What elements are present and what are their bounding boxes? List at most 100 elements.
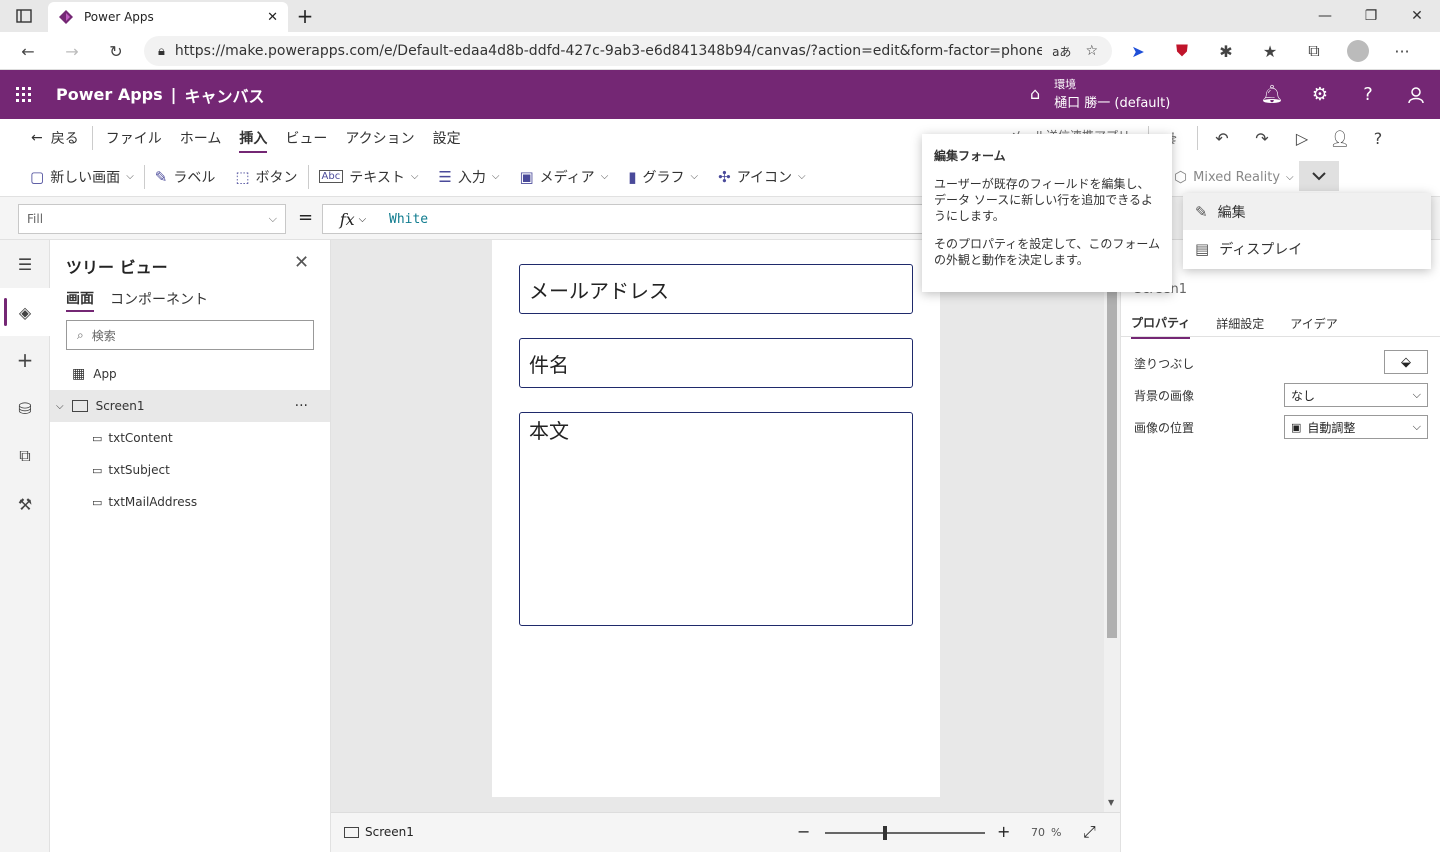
property-name: Fill	[27, 212, 44, 226]
undo-icon[interactable]: ↶	[1206, 122, 1238, 154]
header-separator: |	[170, 85, 177, 104]
tree-item-txtmailaddress[interactable]: ▭ txtMailAddress	[50, 486, 330, 518]
input-button[interactable]: ☰ 入力 ⌵	[428, 157, 509, 197]
fit-to-window-icon[interactable]: ⤢	[1083, 822, 1096, 842]
more-menu-icon[interactable]: ···	[1386, 35, 1418, 67]
close-tab-icon[interactable]: ✕	[267, 10, 278, 25]
share-user-icon[interactable]: 👤︎	[1324, 122, 1356, 154]
redo-icon[interactable]: ↷	[1246, 122, 1278, 154]
property-selector[interactable]: Fill ⌵	[18, 204, 286, 234]
mixed-reality-label: Mixed Reality	[1193, 169, 1281, 185]
profile-avatar[interactable]	[1342, 35, 1374, 67]
tree-item-txtsubject[interactable]: ▭ txtSubject	[50, 454, 330, 486]
search-icon: ⌕	[77, 327, 84, 342]
tree-view-layers-icon[interactable]: ◈	[0, 288, 50, 336]
scrollbar-thumb[interactable]	[1107, 246, 1117, 638]
help-question-icon[interactable]: ?	[1362, 122, 1394, 154]
new-screen-button[interactable]: ▢ 新しい画面 ⌵	[20, 157, 144, 197]
menu-bar: ← 戻る ファイル ホーム 挿入 ビュー アクション 設定 メール送信連携アプリ…	[0, 119, 1440, 157]
shield-extension-icon[interactable]: ⛊	[1166, 35, 1198, 67]
app-screen[interactable]: メールアドレス 件名 本文	[492, 240, 940, 797]
tree-item-app[interactable]: ▦ App	[50, 358, 330, 390]
fx-button[interactable]: fx ⌵	[322, 204, 384, 234]
tab-actions-icon[interactable]	[8, 0, 40, 32]
notifications-icon[interactable]: 🔔︎	[1248, 70, 1296, 119]
browser-tab-bar: Power Apps ✕ + — ❐ ✕	[0, 0, 1440, 32]
menu-insert[interactable]: 挿入	[230, 119, 276, 157]
data-cylinder-icon[interactable]: ⛁	[0, 384, 50, 432]
zoom-slider-thumb[interactable]	[883, 826, 887, 840]
extensions-icon[interactable]: ✱	[1210, 35, 1242, 67]
zoom-in-button[interactable]: +	[997, 822, 1010, 841]
insert-ribbon: ▢ 新しい画面 ⌵ ✎ ラベル ⬚ ボタン Abc テキスト ⌵ ☰ 入力 ⌵ ▣ メディア ⌵ ▮…	[0, 157, 1440, 197]
body-textbox[interactable]: 本文	[519, 412, 913, 626]
product-name[interactable]: Power Apps	[56, 85, 163, 104]
media-button[interactable]: ▣ メディア ⌵	[509, 157, 618, 197]
back-button[interactable]: ← 戻る	[22, 119, 88, 157]
image-position-dropdown[interactable]: ▣ 自動調整 ⌵	[1284, 415, 1428, 439]
close-window-icon[interactable]: ✕	[1394, 0, 1440, 32]
tab-title: Power Apps	[84, 10, 154, 24]
formula-input[interactable]: White	[383, 204, 983, 234]
help-icon[interactable]: ?	[1344, 70, 1392, 119]
label-button[interactable]: ✎ ラベル	[145, 157, 226, 197]
mail-address-textbox[interactable]: メールアドレス	[519, 264, 913, 314]
collections-icon[interactable]: ⧉	[1298, 35, 1330, 67]
favorite-add-icon[interactable]: ☆	[1085, 43, 1098, 59]
tab-advanced[interactable]: 詳細設定	[1216, 315, 1264, 338]
tooltip-paragraph-2: そのプロパティを設定して、このフォームの外観と動作を決定します。	[934, 237, 1160, 267]
forward-icon[interactable]: →	[56, 35, 88, 67]
chart-button[interactable]: ▮ グラフ ⌵	[618, 157, 708, 197]
canvas-scrollbar[interactable]: ▼	[1104, 240, 1120, 812]
menu-settings[interactable]: 設定	[424, 119, 470, 157]
button-button[interactable]: ⬚ ボタン	[225, 157, 307, 197]
tree-search-input[interactable]: ⌕ 検索	[66, 320, 314, 350]
menu-item-display-form[interactable]: ▤ ディスプレイ	[1183, 230, 1431, 267]
minimize-icon[interactable]: —	[1302, 0, 1348, 32]
settings-gear-icon[interactable]: ⚙	[1296, 70, 1344, 119]
bg-image-dropdown[interactable]: なし ⌵	[1284, 383, 1428, 407]
menu-home[interactable]: ホーム	[171, 119, 231, 157]
menu-file[interactable]: ファイル	[97, 119, 171, 157]
tree-item-screen1[interactable]: ⌵ Screen1 ···	[50, 390, 330, 422]
screen-breadcrumb[interactable]: Screen1	[344, 825, 414, 839]
zoom-slider[interactable]	[825, 826, 985, 840]
fill-color-picker[interactable]: ⬙	[1384, 350, 1428, 374]
app-launcher-icon[interactable]	[0, 70, 48, 119]
icons-button[interactable]: ✣ アイコン ⌵	[708, 157, 815, 197]
close-icon[interactable]: ✕	[294, 252, 309, 273]
new-tab-icon[interactable]: +	[292, 0, 318, 32]
zoom-out-button[interactable]: −	[797, 822, 810, 841]
tab-components[interactable]: コンポーネント	[110, 289, 208, 311]
control-label: txtSubject	[108, 463, 170, 477]
menu-item-edit-form[interactable]: ✎ 編集	[1183, 193, 1431, 230]
account-icon[interactable]	[1392, 70, 1440, 119]
more-options-icon[interactable]: ···	[295, 398, 308, 414]
advanced-tools-icon[interactable]: ⚒	[0, 480, 50, 528]
chevron-down-icon[interactable]: ⌵	[56, 401, 64, 412]
mixed-reality-button[interactable]: ⬡ Mixed Reality ⌵	[1164, 157, 1304, 197]
ribbon-more-chevron-icon[interactable]	[1299, 161, 1339, 191]
refresh-icon[interactable]: ↻	[100, 35, 132, 67]
read-aloud-icon[interactable]: aあ	[1052, 43, 1071, 60]
address-bar[interactable]: 🔒︎ https://make.powerapps.com/e/Default-…	[144, 36, 1112, 66]
text-input-icon: ▭	[92, 495, 103, 509]
menu-view[interactable]: ビュー	[276, 119, 336, 157]
menu-action[interactable]: アクション	[336, 119, 423, 157]
media-icon[interactable]: ⧉	[0, 432, 50, 480]
tree-item-txtcontent[interactable]: ▭ txtContent	[50, 422, 330, 454]
tab-ideas[interactable]: アイデア	[1290, 315, 1337, 338]
restore-icon[interactable]: ❐	[1348, 0, 1394, 32]
browser-tab[interactable]: Power Apps ✕	[48, 2, 288, 32]
subject-textbox[interactable]: 件名	[519, 338, 913, 388]
back-icon[interactable]: ←	[12, 35, 44, 67]
preview-play-icon[interactable]: ▷	[1286, 122, 1318, 154]
environment-picker[interactable]: ⌂ 環境 樋口 勝一 (default)	[1030, 76, 1170, 111]
insert-plus-icon[interactable]: +	[0, 336, 50, 384]
tab-screens[interactable]: 画面	[66, 288, 94, 312]
favorites-icon[interactable]: ★	[1254, 35, 1286, 67]
scroll-down-icon[interactable]: ▼	[1108, 798, 1114, 807]
extension-arrow-icon[interactable]: ➤	[1122, 35, 1154, 67]
hamburger-menu-icon[interactable]: ☰	[0, 240, 50, 288]
text-button[interactable]: Abc テキスト ⌵	[309, 157, 429, 197]
